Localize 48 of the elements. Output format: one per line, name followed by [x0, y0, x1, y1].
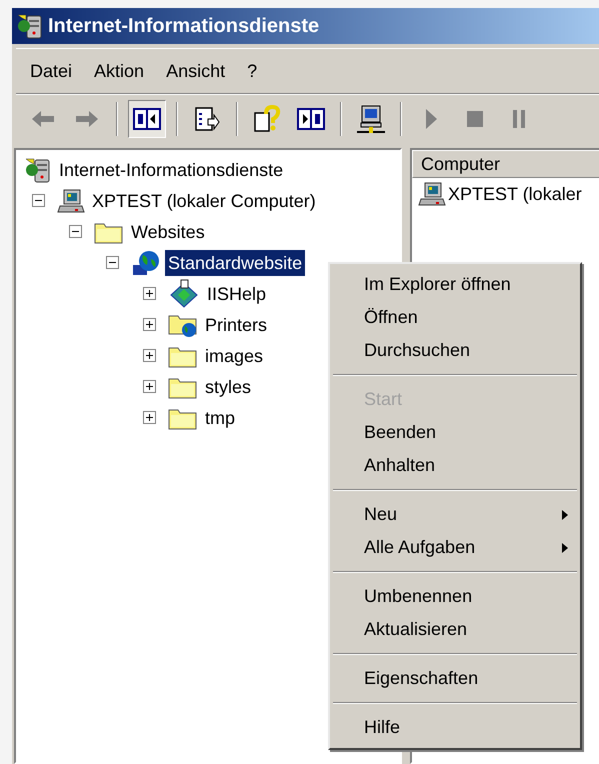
- context-menu-item[interactable]: Hilfe: [333, 711, 577, 744]
- menu-item[interactable]: Datei: [22, 58, 80, 84]
- package-icon: [168, 278, 200, 308]
- collapse-icon[interactable]: [106, 256, 119, 269]
- toolbar-button[interactable]: [128, 100, 166, 138]
- context-menu-item[interactable]: Öffnen: [333, 301, 577, 334]
- submenu-arrow-icon: [561, 542, 569, 554]
- context-menu-item[interactable]: Beenden: [333, 416, 577, 449]
- list-item[interactable]: XPTEST (lokaler: [448, 180, 582, 208]
- context-menu-item[interactable]: Eigenschaften: [333, 662, 577, 695]
- context-menu-item[interactable]: Aktualisieren: [333, 613, 577, 646]
- menu-item[interactable]: ?: [239, 58, 266, 84]
- context-menu-item[interactable]: Umbenennen: [333, 580, 577, 613]
- context-menu-item[interactable]: Anhalten: [333, 449, 577, 482]
- menu-item[interactable]: Aktion: [86, 58, 152, 84]
- tree-item[interactable]: Websites: [128, 218, 208, 244]
- help-icon[interactable]: [253, 104, 281, 132]
- server-icon: [24, 156, 52, 184]
- menu-item[interactable]: Ansicht: [158, 58, 234, 84]
- window-title: Internet-Informationsdienste: [48, 14, 320, 39]
- tree-item[interactable]: Printers: [202, 312, 270, 338]
- tree-item[interactable]: Standardwebsite: [165, 250, 306, 276]
- collapse-icon[interactable]: [32, 194, 45, 207]
- tree-item[interactable]: IISHelp: [204, 280, 270, 306]
- context-menu-item[interactable]: Durchsuchen: [333, 334, 577, 367]
- tree-item[interactable]: tmp: [202, 404, 238, 430]
- tree-item[interactable]: styles: [202, 374, 254, 400]
- expand-icon[interactable]: [143, 411, 156, 424]
- column-header[interactable]: Computer: [412, 150, 599, 178]
- list-export-icon[interactable]: [194, 106, 220, 132]
- context-menu-item[interactable]: Neu: [333, 498, 577, 531]
- computer-icon: [418, 181, 446, 207]
- expand-icon[interactable]: [143, 380, 156, 393]
- expand-icon[interactable]: [143, 287, 156, 300]
- expand-icon[interactable]: [143, 349, 156, 362]
- computer-icon: [57, 188, 85, 214]
- server-icon: [16, 12, 44, 40]
- tree-item[interactable]: images: [202, 342, 266, 368]
- expand-icon[interactable]: [143, 318, 156, 331]
- context-menu-item[interactable]: Im Explorer öffnen: [333, 268, 577, 301]
- tree-item[interactable]: Internet-Informationsdienste: [56, 156, 286, 182]
- collapse-icon[interactable]: [69, 225, 82, 238]
- tree-pane-icon[interactable]: [133, 106, 161, 130]
- globe-icon: [131, 248, 161, 276]
- tree-item[interactable]: XPTEST (lokaler Computer): [89, 188, 319, 214]
- context-menu-item[interactable]: Alle Aufgaben: [333, 531, 577, 564]
- detail-pane-icon[interactable]: [297, 106, 325, 130]
- submenu-arrow-icon: [561, 508, 569, 520]
